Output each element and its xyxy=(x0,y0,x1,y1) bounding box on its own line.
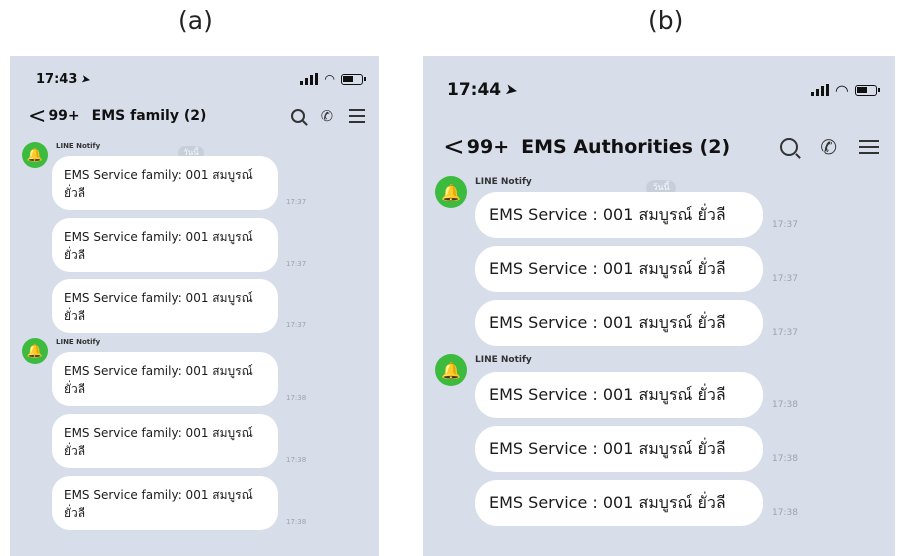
sender-avatar[interactable]: 🔔 xyxy=(22,338,48,364)
message-time: 17:38 xyxy=(286,456,307,464)
message-time: 17:37 xyxy=(286,260,307,268)
chat-screen-a: 17:43 ➤ ◠ < 99+ EMS family (2) ✆ วันนี้ … xyxy=(10,56,379,556)
status-bar: 17:43 ➤ ◠ xyxy=(10,68,379,90)
chat-screen-b: 17:44 ➤ ◠ < 99+ EMS Authorities (2) ✆ วั… xyxy=(423,56,895,556)
message-bubble[interactable]: EMS Service family: 001 สมบูรณ์ ยั่วลี xyxy=(52,476,278,530)
message-bubble[interactable]: EMS Service : 001 สมบูรณ์ ยั่วลี xyxy=(475,372,763,418)
message-bubble[interactable]: EMS Service family: 001 สมบูรณ์ ยั่วลี xyxy=(52,156,278,210)
menu-icon xyxy=(859,140,879,154)
sender-avatar[interactable]: 🔔 xyxy=(435,354,467,386)
status-time: 17:43 ➤ xyxy=(36,71,93,87)
unread-count: 99+ xyxy=(48,108,80,124)
sender-name: LINE Notify xyxy=(475,355,532,365)
sender-name: LINE Notify xyxy=(56,338,101,346)
chat-header: < 99+ EMS family (2) ✆ xyxy=(10,102,379,130)
search-button[interactable] xyxy=(290,109,305,123)
location-arrow-icon: ➤ xyxy=(80,71,93,87)
call-button[interactable]: ✆ xyxy=(321,108,333,125)
clock-text: 17:44 xyxy=(447,80,502,100)
menu-button[interactable] xyxy=(859,140,879,154)
chat-room-title: EMS family (2) xyxy=(91,108,207,124)
message-time: 17:38 xyxy=(772,454,798,464)
search-icon xyxy=(780,138,799,156)
bell-icon: 🔔 xyxy=(441,182,461,202)
back-button[interactable]: < xyxy=(28,104,46,129)
bell-icon: 🔔 xyxy=(441,360,461,380)
clock-text: 17:43 xyxy=(36,71,78,87)
phone-icon: ✆ xyxy=(320,107,333,125)
message-bubble[interactable]: EMS Service family: 001 สมบูรณ์ ยั่วลี xyxy=(52,352,278,406)
figure-caption-a: (a) xyxy=(178,6,213,35)
message-time: 17:38 xyxy=(286,518,307,526)
chat-room-title: EMS Authorities (2) xyxy=(521,136,731,158)
status-bar: 17:44 ➤ ◠ xyxy=(423,78,895,102)
signal-icon xyxy=(810,84,829,96)
message-bubble[interactable]: EMS Service family: 001 สมบูรณ์ ยั่วลี xyxy=(52,218,278,272)
search-button[interactable] xyxy=(780,138,799,156)
call-button[interactable]: ✆ xyxy=(820,135,837,159)
sender-name: LINE Notify xyxy=(56,142,101,150)
message-time: 17:37 xyxy=(286,321,307,329)
system-icons: ◠ xyxy=(300,72,366,86)
menu-icon xyxy=(349,109,365,123)
unread-count: 99+ xyxy=(466,136,510,158)
system-icons: ◠ xyxy=(810,80,880,100)
message-time: 17:38 xyxy=(772,400,798,410)
message-bubble[interactable]: EMS Service family: 001 สมบูรณ์ ยั่วลี xyxy=(52,279,278,333)
wifi-icon: ◠ xyxy=(834,80,849,100)
battery-icon xyxy=(341,73,366,85)
message-bubble[interactable]: EMS Service : 001 สมบูรณ์ ยั่วลี xyxy=(475,300,763,346)
location-arrow-icon: ➤ xyxy=(503,80,520,100)
search-icon xyxy=(290,109,305,123)
message-bubble[interactable]: EMS Service family: 001 สมบูรณ์ ยั่วลี xyxy=(52,414,278,468)
message-bubble[interactable]: EMS Service : 001 สมบูรณ์ ยั่วลี xyxy=(475,192,763,238)
message-time: 17:38 xyxy=(772,508,798,518)
bell-icon: 🔔 xyxy=(26,147,44,163)
message-bubble[interactable]: EMS Service : 001 สมบูรณ์ ยั่วลี xyxy=(475,426,763,472)
wifi-icon: ◠ xyxy=(324,72,335,86)
bell-icon: 🔔 xyxy=(26,343,44,359)
message-bubble[interactable]: EMS Service : 001 สมบูรณ์ ยั่วลี xyxy=(475,246,763,292)
phone-icon: ✆ xyxy=(820,135,837,159)
status-time: 17:44 ➤ xyxy=(447,80,520,100)
message-time: 17:37 xyxy=(772,328,798,338)
message-bubble[interactable]: EMS Service : 001 สมบูรณ์ ยั่วลี xyxy=(475,480,763,526)
message-time: 17:37 xyxy=(772,274,798,284)
message-time: 17:38 xyxy=(286,394,307,402)
message-time: 17:37 xyxy=(772,220,798,230)
figure-caption-b: (b) xyxy=(648,6,684,35)
sender-avatar[interactable]: 🔔 xyxy=(435,176,467,208)
message-time: 17:37 xyxy=(286,198,307,206)
sender-name: LINE Notify xyxy=(475,177,532,187)
signal-icon xyxy=(300,73,319,85)
back-button[interactable]: < xyxy=(443,132,465,162)
sender-avatar[interactable]: 🔔 xyxy=(22,142,48,168)
menu-button[interactable] xyxy=(349,109,365,123)
battery-icon xyxy=(855,84,880,96)
chat-header: < 99+ EMS Authorities (2) ✆ xyxy=(423,130,895,164)
